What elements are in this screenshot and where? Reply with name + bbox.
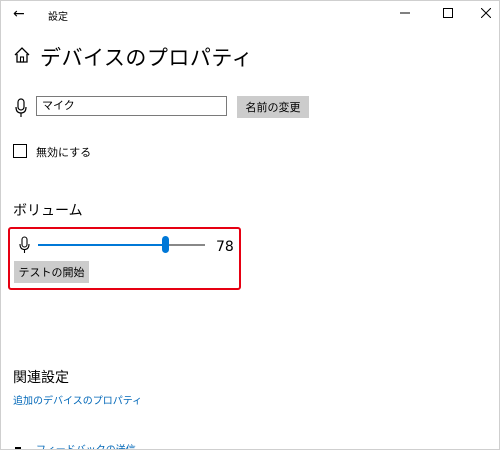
disable-checkbox[interactable]	[13, 144, 27, 158]
volume-value: 78	[216, 239, 234, 255]
disable-checkbox-label: 無効にする	[36, 146, 92, 159]
minimize-icon	[400, 12, 410, 14]
volume-slider-thumb[interactable]	[162, 236, 169, 253]
related-settings-heading: 関連設定	[13, 370, 69, 386]
close-button[interactable]	[475, 4, 497, 22]
window-title: 設定	[48, 12, 68, 23]
volume-slider-fill[interactable]	[38, 244, 166, 246]
volume-heading: ボリューム	[13, 203, 83, 219]
feedback-icon	[15, 442, 27, 449]
microphone-icon	[15, 98, 27, 118]
maximize-button[interactable]	[437, 4, 459, 22]
minimize-button[interactable]	[394, 4, 416, 22]
maximize-icon	[443, 8, 453, 18]
start-test-button[interactable]: テストの開始	[14, 261, 89, 283]
page-title: デバイスのプロパティ	[40, 46, 254, 70]
back-arrow-icon[interactable]: ←	[13, 6, 25, 22]
device-name-input[interactable]: マイク	[36, 96, 227, 116]
close-icon	[481, 8, 491, 18]
additional-device-properties-link[interactable]: 追加のデバイスのプロパティ	[13, 392, 142, 407]
volume-slider-track[interactable]	[166, 244, 205, 246]
home-icon[interactable]	[13, 46, 31, 64]
rename-button[interactable]: 名前の変更	[237, 96, 309, 118]
volume-microphone-icon	[19, 236, 30, 254]
settings-window: ← 設定 デバイスのプロパティ マイク 名前の変更 無効にする ボリューム 78…	[0, 0, 500, 450]
send-feedback-link[interactable]: フィードバックの送信	[36, 441, 136, 449]
